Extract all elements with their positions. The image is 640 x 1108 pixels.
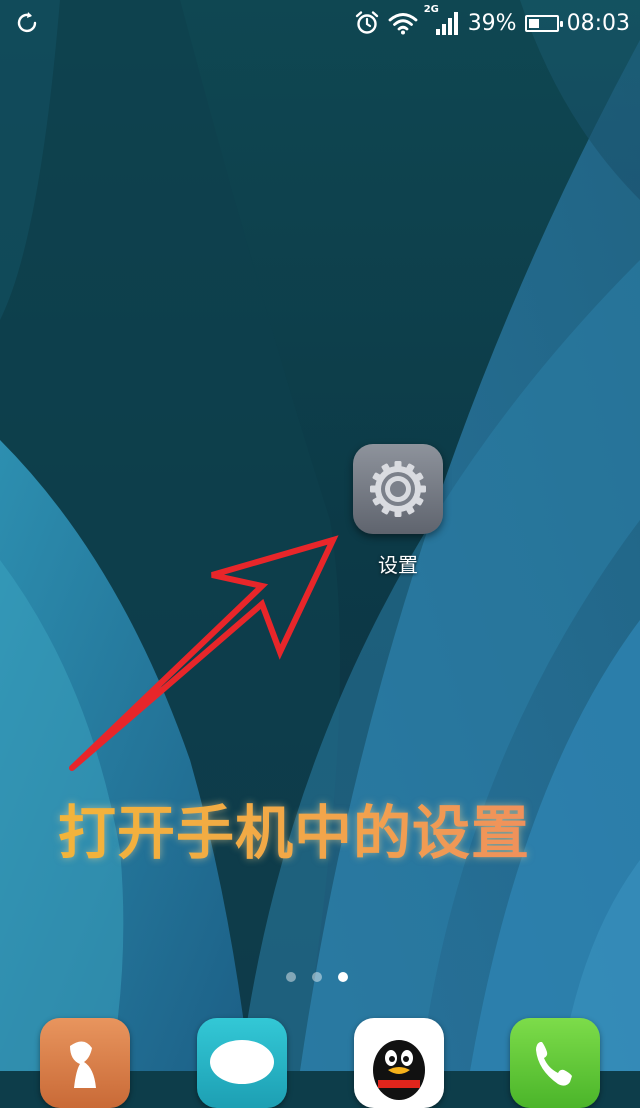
page-dot-active[interactable] <box>338 972 348 982</box>
phone-app-icon[interactable] <box>510 1018 600 1108</box>
signal-icon <box>435 12 458 35</box>
instruction-caption: 打开手机中的设置 <box>58 786 598 870</box>
settings-app-icon[interactable] <box>353 444 443 534</box>
cellular-indicator: 2G <box>424 4 460 38</box>
status-bar: 2G 39% 08:03 <box>0 0 640 46</box>
clock: 08:03 <box>566 10 630 36</box>
phone-icon <box>536 1042 572 1086</box>
qq-icon <box>373 1040 425 1100</box>
page-dot[interactable] <box>312 972 322 982</box>
battery-percent: 39% <box>467 10 517 36</box>
battery-level <box>528 18 539 28</box>
contacts-app-icon[interactable] <box>40 1018 130 1108</box>
sync-icon <box>17 12 37 33</box>
messages-icon <box>210 1040 274 1084</box>
gear-icon <box>370 461 426 517</box>
alarm-icon <box>355 11 378 34</box>
messages-app-icon[interactable] <box>197 1018 287 1108</box>
contacts-icon <box>70 1041 96 1088</box>
page-indicator[interactable] <box>286 972 348 982</box>
settings-app-label[interactable]: 设置 <box>338 549 458 578</box>
wifi-icon <box>388 13 418 35</box>
wallpaper <box>0 0 640 1071</box>
battery-icon <box>524 14 563 32</box>
qq-app-icon[interactable] <box>354 1018 444 1108</box>
page-dot[interactable] <box>286 972 296 982</box>
